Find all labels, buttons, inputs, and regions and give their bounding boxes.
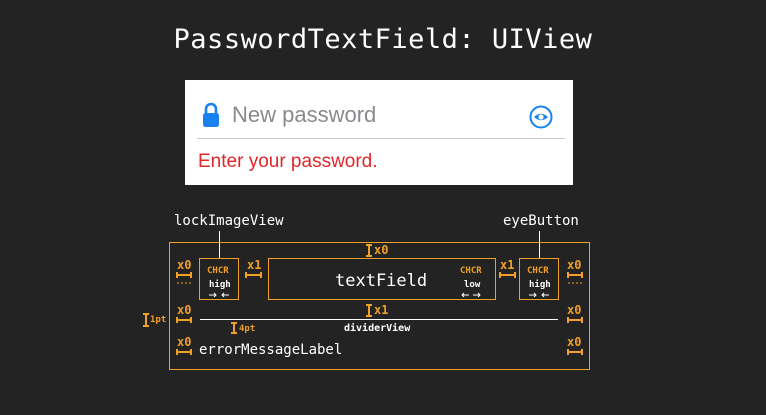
lock-leader-line (219, 231, 220, 259)
right-spacing-marker-row3 (567, 349, 583, 355)
error-top-spacing-marker (231, 322, 237, 334)
lock-priority-label: high (209, 280, 231, 290)
password-input[interactable]: New password (232, 102, 376, 128)
password-text-field-preview: New password Enter your password. (185, 80, 573, 185)
divider-line (197, 138, 565, 139)
lock-hugging-arrows (209, 292, 229, 298)
divider-top-spacing-marker (366, 304, 372, 317)
top-spacing-label: x0 (374, 243, 389, 257)
lock-chcr-label: CHCR (207, 266, 229, 276)
divider-view-label: dividerView (344, 323, 411, 334)
left-spacing-marker-row2 (176, 317, 192, 323)
eye-chcr-label: CHCR (527, 266, 549, 276)
eye-priority-label: high (529, 280, 551, 290)
text-field-priority-label: low (464, 280, 481, 290)
error-message: Enter your password. (198, 151, 378, 172)
eye-leader-line (539, 231, 540, 259)
eye-icon[interactable] (529, 105, 553, 129)
divider-view-line (200, 319, 558, 320)
text-eye-spacing-marker (499, 272, 516, 278)
divider-top-spacing-label: x1 (374, 303, 389, 317)
lock-icon (203, 102, 219, 127)
top-spacing-marker (366, 244, 372, 257)
page-title: PasswordTextField: UIView (173, 24, 593, 55)
lock-text-spacing-marker (245, 272, 262, 278)
text-field-chcr-label: CHCR (460, 266, 482, 276)
text-field-hugging-arrows (461, 292, 481, 298)
error-top-spacing-label: 4pt (239, 324, 256, 334)
eye-button-label: eyeButton (503, 213, 579, 229)
lock-image-view-label: lockImageView (174, 213, 284, 229)
left-spacing-marker-row1 (176, 272, 192, 284)
left-spacing-marker-row3 (176, 349, 192, 355)
error-message-label-name: errorMessageLabel (199, 342, 343, 358)
divider-height-label: 1pt (150, 315, 167, 325)
right-spacing-marker-row2 (567, 317, 583, 323)
text-field-label: textField (335, 271, 428, 291)
right-spacing-marker-row1 (567, 272, 583, 284)
eye-hugging-arrows (529, 292, 549, 298)
